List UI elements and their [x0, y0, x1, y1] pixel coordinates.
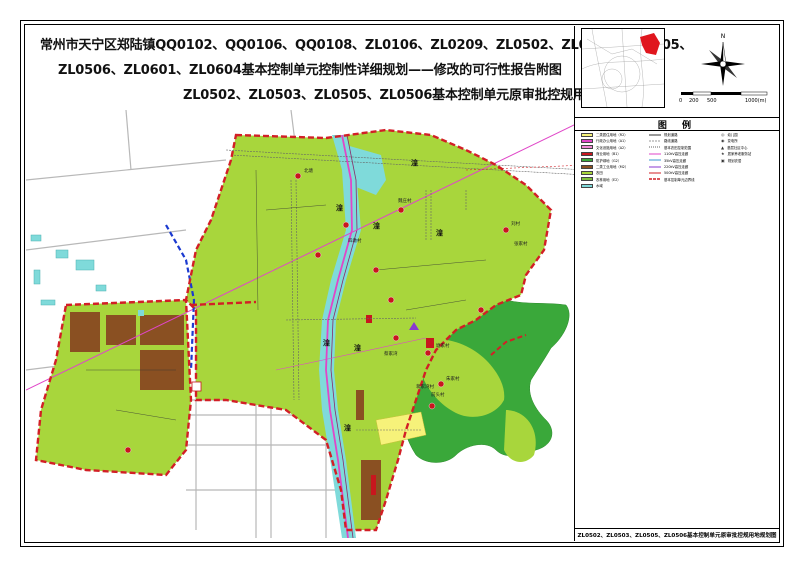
legend-line-item: 基本农田控制范围	[649, 145, 691, 150]
legend-label: 农林用地（E2）	[596, 177, 621, 182]
legend-label: 防护绿地（G2）	[596, 158, 622, 163]
legend-label: 商业用地（B1）	[596, 152, 621, 157]
village-label-3: 张家村	[514, 240, 528, 247]
road-label-2: 湟	[336, 203, 343, 212]
legend-item: 二类居住用地（R2）	[581, 132, 628, 137]
legend-point-icon: ★	[721, 151, 725, 157]
village-label-9: 北塘	[304, 167, 313, 174]
legend-label: 二类居住用地（R2）	[596, 133, 628, 137]
road-label-1: 湟	[411, 158, 418, 167]
legend-label: 水域	[596, 184, 603, 189]
road-label-3: 湟	[373, 221, 380, 230]
legend-label: 文化设施用地（A2）	[596, 145, 628, 150]
village-label-2: 刘村	[511, 220, 520, 227]
legend-line-symbol	[649, 133, 661, 136]
legend-item: 行政办公用地（A1）	[581, 138, 628, 143]
legend-swatch	[581, 158, 593, 163]
legend-point-label: 变电所	[727, 139, 738, 144]
legend-point-item: ▣ 规划农居	[721, 158, 741, 163]
legend-line-item: 110kV高压走廊	[649, 151, 688, 156]
legend-line-item: 35kV高压走廊	[649, 158, 686, 163]
scale-bar: 0 200 500 1000(m)	[679, 91, 768, 104]
legend-item: 农林用地（E2）	[581, 177, 621, 182]
legend-title: 图 例	[575, 117, 780, 131]
legend-line-symbol	[649, 172, 661, 174]
legend-point-icon: ▲	[721, 144, 725, 150]
road-label-5: 湟	[323, 338, 330, 347]
legend-point-label: 规划农居	[727, 158, 742, 163]
legend-point-icon: ◉	[721, 138, 725, 144]
legend-label: 二类工业用地（M2）	[596, 165, 629, 169]
village-label-6: 朱家村	[446, 375, 460, 382]
legend-swatch	[581, 132, 593, 137]
bottom-caption: ZL0502、ZL0503、ZL0505、ZL0506基本控制单元原审批控规用地…	[574, 528, 780, 543]
village-label-1: 魏庄村	[398, 197, 412, 204]
legend-line-symbol	[649, 140, 661, 142]
legend-line-label: 基本农田控制范围	[664, 145, 692, 150]
legend-point-item: ★ 居家养老服务站	[721, 151, 751, 156]
legend-point-label: 幼儿园	[727, 133, 738, 137]
legend-point-icon: ◎	[721, 132, 725, 137]
legend-item: 文化设施用地（A2）	[581, 145, 628, 150]
village-label-0: 四墩村	[348, 237, 362, 244]
legend-line-symbol	[649, 178, 661, 181]
legend-point-item: ◉ 变电所	[721, 138, 738, 143]
scale-tick-1: 200	[689, 98, 699, 104]
title-line-2: ZL0506、ZL0601、ZL0604基本控制单元控制性详细规划——修改的可行…	[58, 63, 562, 78]
village-label-5: 塘家村	[436, 342, 450, 349]
legend-point-label: 基层社区中心	[727, 145, 748, 150]
legend-line-label: 35kV高压走廊	[664, 158, 687, 163]
legend-line-symbol	[649, 166, 661, 167]
legend-line-symbol	[649, 159, 661, 161]
legend-line-item: 路线道路	[649, 138, 678, 143]
legend-swatch	[581, 164, 593, 169]
legend-swatch	[581, 145, 593, 150]
location-inset-map	[581, 28, 665, 108]
legend-swatch	[581, 151, 593, 156]
village-label-7: 蒋家湾村	[416, 383, 434, 390]
legend-point-item: ▲ 基层社区中心	[721, 145, 747, 150]
legend-swatch	[581, 183, 593, 188]
legend-line-label: 110kV高压走廊	[664, 152, 689, 157]
legend-line-symbol	[649, 146, 661, 148]
legend-point-icon: ▣	[721, 157, 725, 163]
legend-line-label: 500kV高压走廊	[664, 171, 689, 176]
legend-line-label: 规划道路	[664, 133, 678, 137]
legend-label: 农田	[596, 171, 603, 176]
road-label-4: 湟	[436, 228, 443, 237]
legend-label: 行政办公用地（A1）	[596, 139, 628, 144]
north-label: N	[721, 33, 726, 40]
legend-item: 二类工业用地（M2）	[581, 164, 628, 169]
side-panel: N 0 200 500 1000(m) 图 例 二类居住用地（R2） 行政办公用地…	[574, 26, 780, 541]
village-label-4: 蔡家湾	[384, 350, 398, 357]
legend-swatch	[581, 138, 593, 143]
village-label-8: 前头村	[431, 391, 445, 398]
legend-line-item: 500kV高压走廊	[649, 170, 688, 175]
legend-line-item: 220kV高压走廊	[649, 164, 688, 169]
legend-point-label: 居家养老服务站	[727, 152, 752, 157]
legend-line-item: 基本控制单元边界线	[649, 177, 695, 182]
land-use-map: 湟 湟 湟 湟 湟 湟 湟 四墩村 魏庄村 刘村 张家村 蔡家湾 塘家村 朱家村…	[26, 110, 574, 538]
legend-line-item: 规划道路	[649, 132, 678, 137]
legend-line-symbol	[649, 153, 661, 155]
legend-line-label: 基本控制单元边界线	[664, 177, 695, 182]
legend-point-item: ◎ 幼儿园	[721, 132, 738, 137]
scale-tick-3: 1000(m)	[745, 98, 767, 104]
legend-swatch	[581, 170, 593, 175]
title-line-3: ZL0502、ZL0503、ZL0505、ZL0506基本控制单元原审批控规用地…	[183, 88, 637, 103]
scale-tick-0: 0	[679, 98, 682, 104]
legend-item: 水域	[581, 183, 603, 188]
legend-line-label: 路线道路	[664, 139, 678, 144]
legend-item: 商业用地（B1）	[581, 151, 621, 156]
scale-tick-2: 500	[707, 98, 717, 104]
legend-swatch	[581, 177, 593, 182]
road-label-7: 湟	[344, 423, 351, 432]
legend-item: 防护绿地（G2）	[581, 158, 621, 163]
legend-item: 农田	[581, 170, 603, 175]
road-label-6: 湟	[354, 343, 361, 352]
legend-line-label: 220kV高压走廊	[664, 165, 689, 169]
